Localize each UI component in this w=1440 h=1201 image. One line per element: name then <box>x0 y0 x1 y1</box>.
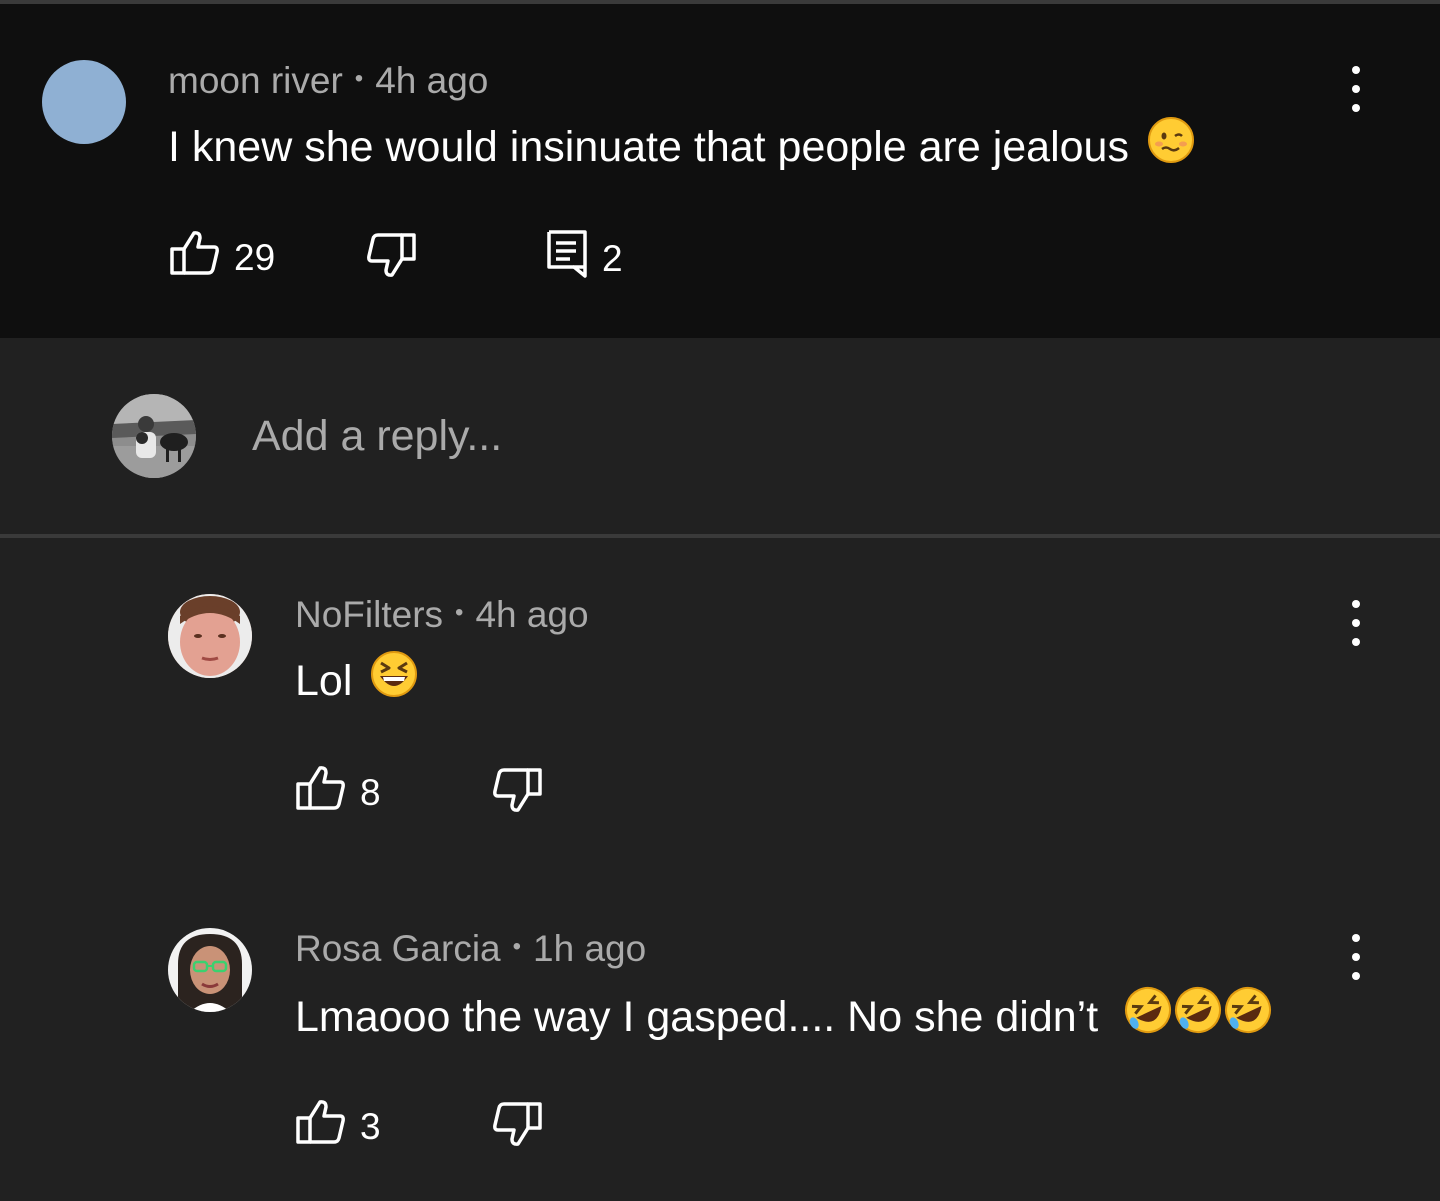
dislike-button[interactable] <box>366 231 416 288</box>
comment-text: Lmaooo the way I gasped.... No she didn’… <box>295 987 1278 1051</box>
add-reply-input[interactable]: Add a reply... <box>252 412 502 461</box>
current-user-avatar <box>112 394 196 478</box>
separator-dot: • <box>512 933 522 961</box>
comment-body: Lol <box>295 656 353 705</box>
comment-body: I knew she would insinuate that people a… <box>168 122 1129 171</box>
rolling-on-floor-laughing-icon <box>1122 984 1278 1047</box>
comment-meta: NoFilters • 4h ago <box>295 594 589 636</box>
dislike-button[interactable] <box>492 1100 542 1157</box>
woozy-face-icon <box>1147 116 1195 175</box>
avatar[interactable] <box>168 594 252 678</box>
like-button[interactable]: 29 <box>170 229 275 286</box>
reply-count: 2 <box>602 237 623 279</box>
timestamp: 1h ago <box>533 928 647 969</box>
comment-meta: moon river • 4h ago <box>168 60 488 102</box>
author-name[interactable]: NoFilters <box>295 594 443 635</box>
comment-body: Lmaooo the way I gasped.... No she didn’… <box>295 992 1099 1041</box>
like-count: 3 <box>360 1105 381 1147</box>
author-name[interactable]: Rosa Garcia <box>295 928 501 969</box>
comment-text: Lol <box>295 651 418 713</box>
avatar[interactable] <box>168 928 252 1012</box>
thumbs-up-icon <box>296 764 346 821</box>
more-options-icon[interactable] <box>1344 66 1368 112</box>
like-button[interactable]: 8 <box>296 764 381 821</box>
comment-meta: Rosa Garcia • 1h ago <box>295 928 646 970</box>
like-button[interactable]: 3 <box>296 1098 381 1155</box>
author-name[interactable]: moon river <box>168 60 343 101</box>
timestamp: 4h ago <box>475 594 589 635</box>
reply-composer <box>0 338 1440 534</box>
laughing-face-icon <box>370 650 418 709</box>
more-options-icon[interactable] <box>1344 934 1368 980</box>
thumbs-down-icon <box>492 766 542 823</box>
thumbs-down-icon <box>492 1100 542 1157</box>
dislike-button[interactable] <box>492 766 542 823</box>
comment-text: I knew she would insinuate that people a… <box>168 117 1195 179</box>
section-divider <box>0 534 1440 538</box>
separator-dot: • <box>455 599 464 627</box>
comment-icon <box>546 229 588 288</box>
more-options-icon[interactable] <box>1344 600 1368 646</box>
avatar[interactable] <box>42 60 126 144</box>
thumbs-up-icon <box>170 229 220 286</box>
like-count: 29 <box>234 236 276 278</box>
reply-count-button[interactable]: 2 <box>546 229 623 288</box>
timestamp: 4h ago <box>375 60 489 101</box>
thumbs-down-icon <box>366 231 416 288</box>
separator-dot: • <box>354 65 364 93</box>
thumbs-up-icon <box>296 1098 346 1155</box>
like-count: 8 <box>360 771 381 813</box>
